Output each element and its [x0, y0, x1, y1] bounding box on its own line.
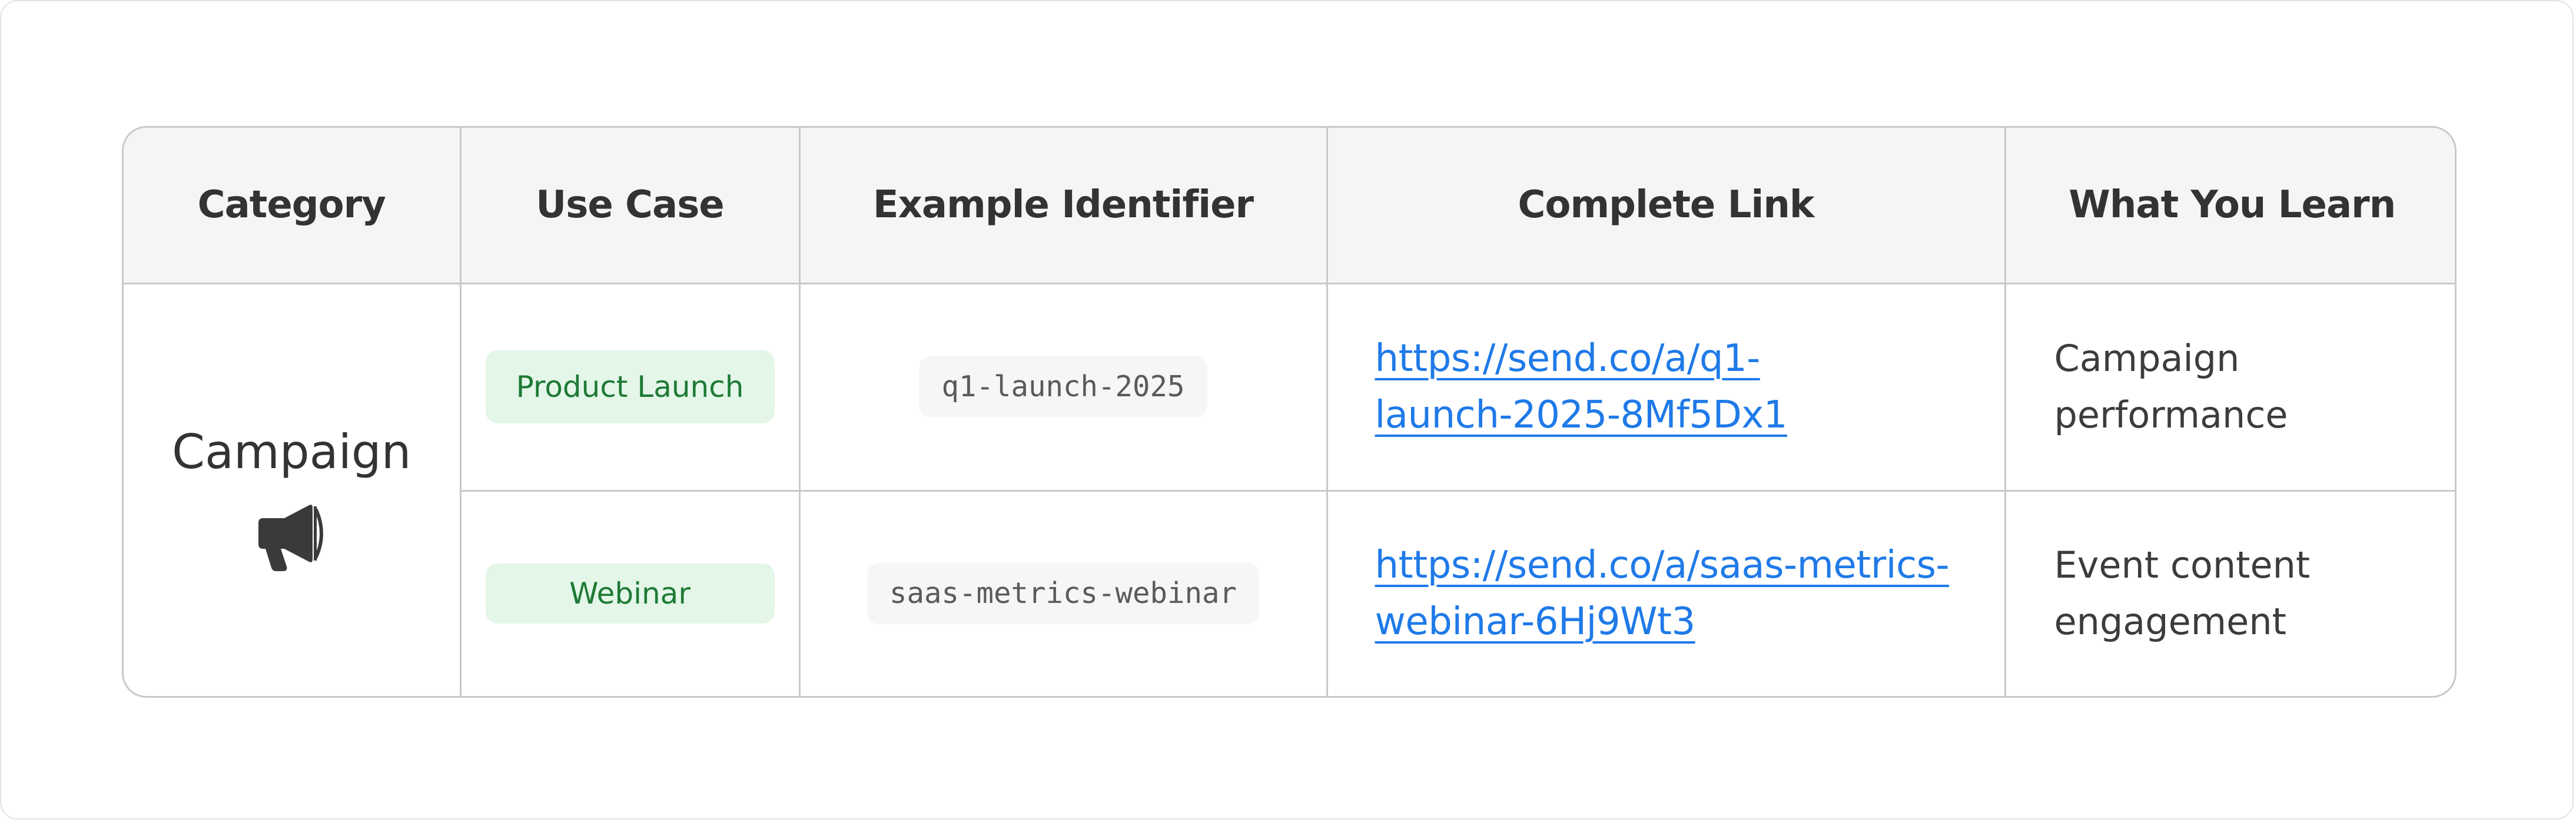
- megaphone-icon: [255, 503, 328, 574]
- complete-link[interactable]: https://send.co/a/q1- launch-2025-8Mf5Dx…: [1375, 330, 1987, 443]
- table-header-row: Category Use Case Example Identifier Com…: [124, 128, 2455, 284]
- use-case-badge: Webinar: [485, 564, 775, 624]
- complete-link-line-2: launch-2025-8Mf5Dx1: [1375, 393, 1788, 437]
- card-frame: Category Use Case Example Identifier Com…: [0, 0, 2574, 820]
- learn-cell: Campaign performance: [2005, 283, 2455, 492]
- use-case-cell: Product Launch: [460, 283, 801, 492]
- use-case-cell: Webinar: [460, 490, 801, 696]
- learn-text-line-1: Event content: [2054, 543, 2311, 587]
- header-use-case: Use Case: [460, 128, 801, 284]
- category-label: Campaign: [172, 424, 411, 479]
- link-examples-table: Category Use Case Example Identifier Com…: [124, 128, 2455, 696]
- learn-cell: Event content engagement: [2005, 490, 2455, 696]
- use-case-badge: Product Launch: [485, 350, 775, 423]
- identifier-code: q1-launch-2025: [919, 356, 1207, 417]
- identifier-cell: saas-metrics-webinar: [799, 490, 1328, 696]
- complete-link-line-1: https://send.co/a/q1-: [1375, 337, 1761, 380]
- table-row: Campaign Product Launch q1-launch-2025 h…: [124, 283, 2455, 696]
- identifier-code: saas-metrics-webinar: [867, 563, 1259, 625]
- table-row: Webinar saas-metrics-webinar https://sen…: [124, 490, 2455, 696]
- learn-text-line-2: performance: [2054, 393, 2288, 436]
- link-cell: https://send.co/a/saas-metrics- webinar-…: [1327, 490, 2006, 696]
- identifier-cell: q1-launch-2025: [799, 283, 1328, 492]
- learn-text-line-2: engagement: [2054, 600, 2286, 644]
- header-what-you-learn: What You Learn: [2005, 128, 2455, 284]
- learn-text-line-1: Campaign: [2054, 337, 2240, 380]
- header-example-identifier: Example Identifier: [799, 128, 1328, 284]
- link-examples-table-container: Category Use Case Example Identifier Com…: [122, 126, 2457, 698]
- header-category: Category: [124, 128, 462, 284]
- complete-link-line-2: webinar-6Hj9Wt3: [1375, 600, 1696, 644]
- header-complete-link: Complete Link: [1327, 128, 2006, 284]
- category-cell: Campaign: [124, 283, 462, 696]
- complete-link-line-1: https://send.co/a/saas-metrics-: [1375, 543, 1950, 588]
- link-cell: https://send.co/a/q1- launch-2025-8Mf5Dx…: [1327, 283, 2006, 492]
- complete-link[interactable]: https://send.co/a/saas-metrics- webinar-…: [1375, 537, 1987, 650]
